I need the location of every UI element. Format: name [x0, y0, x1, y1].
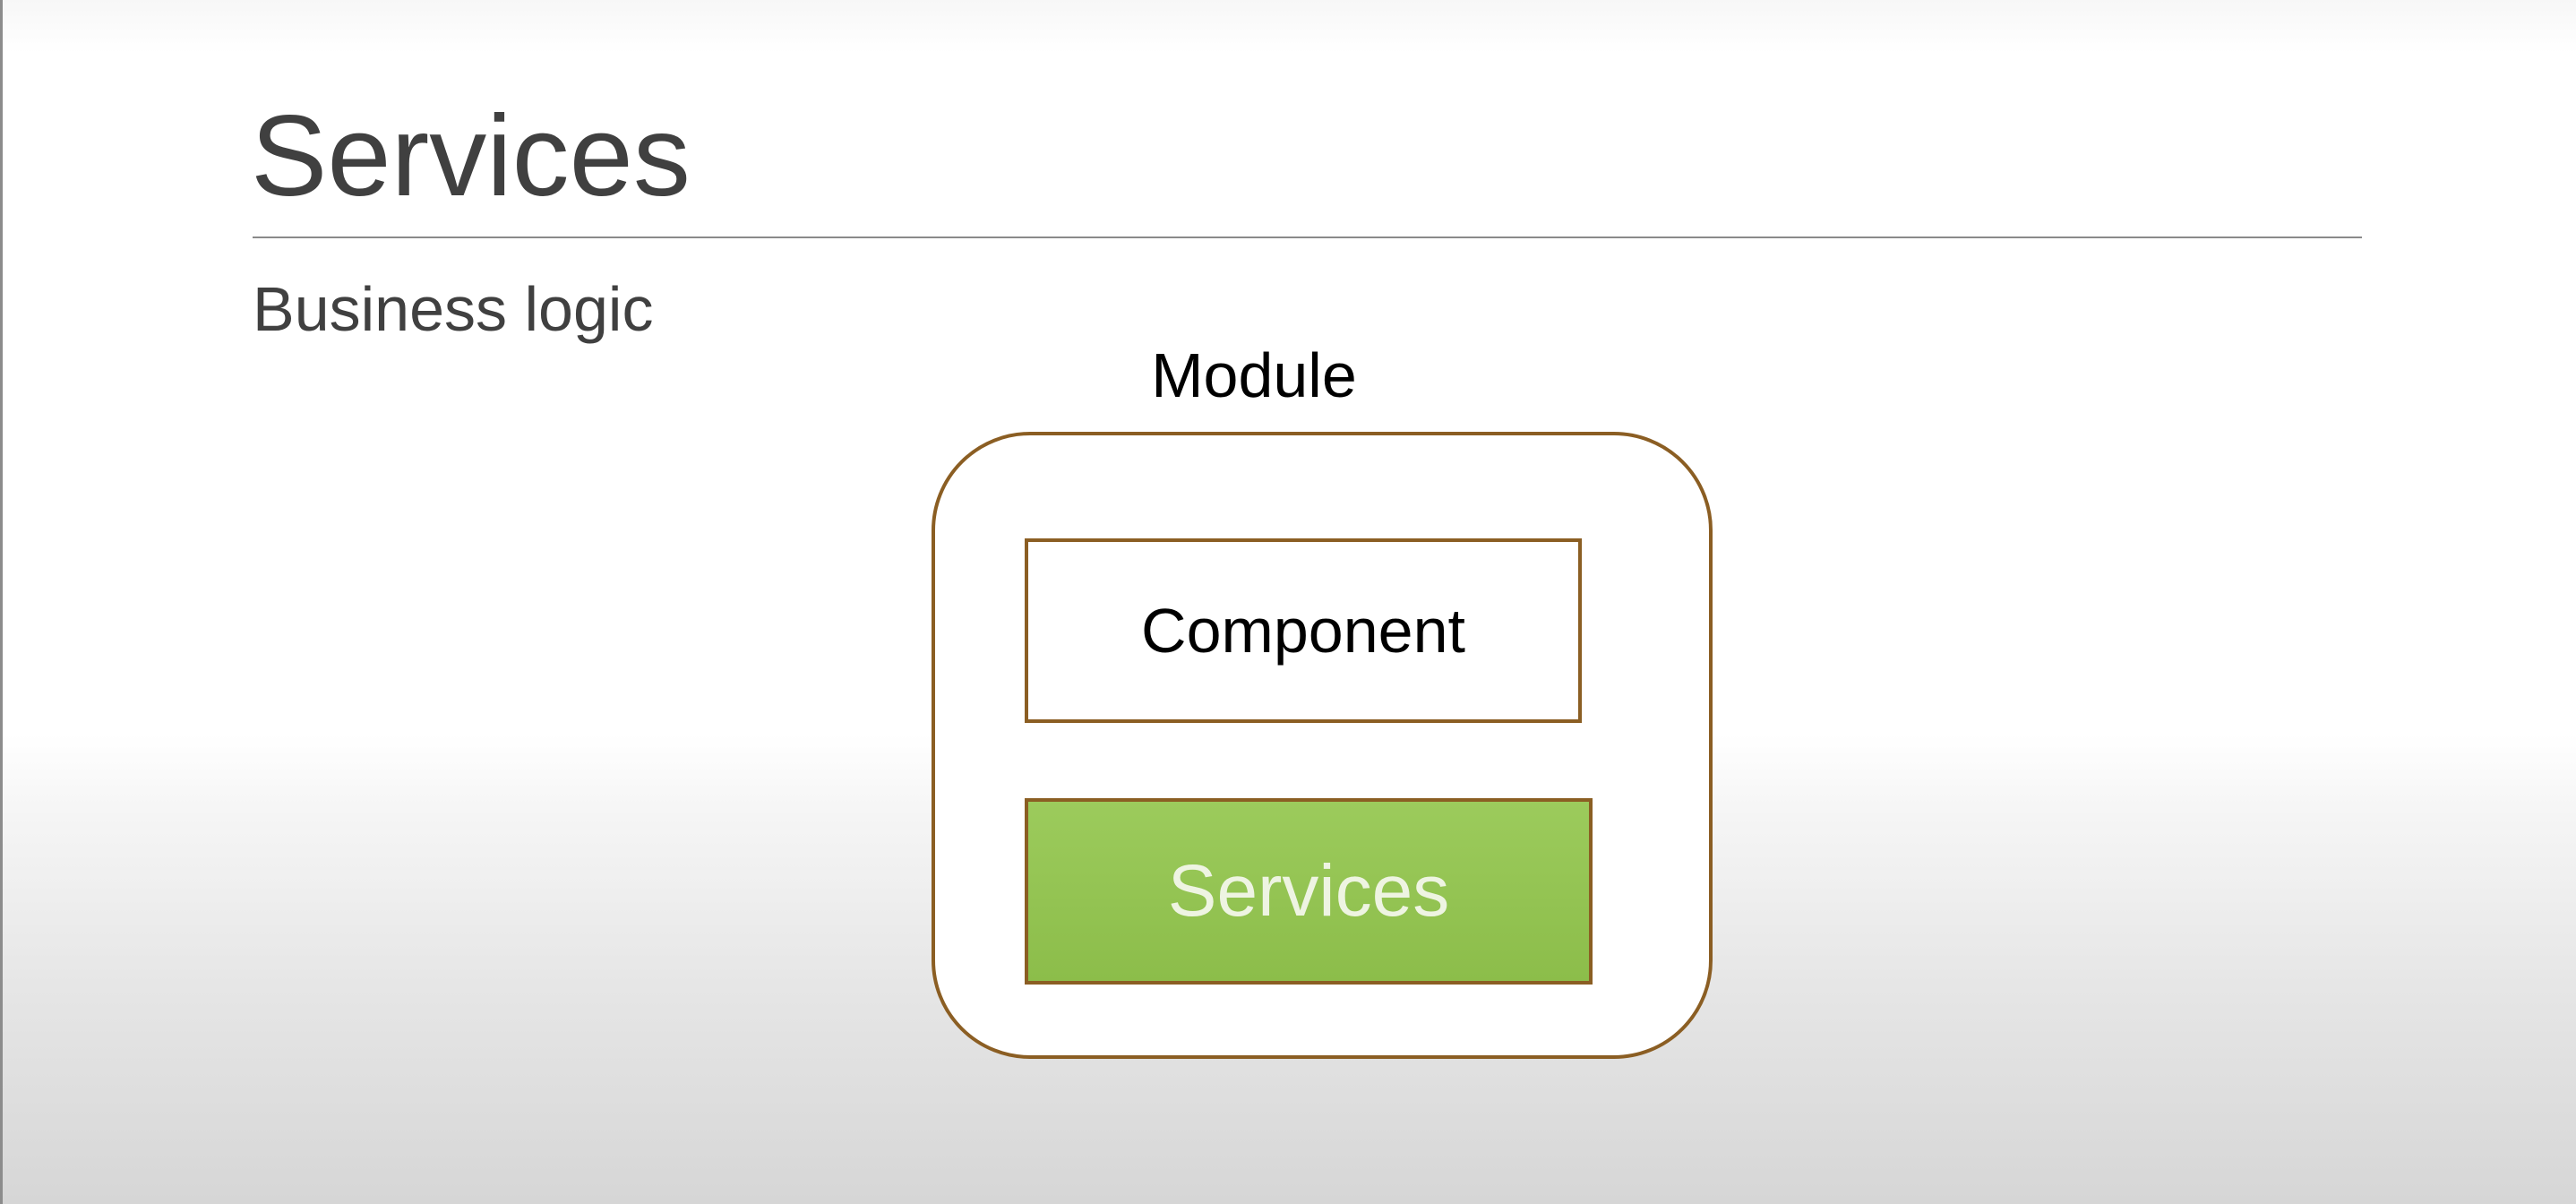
title-divider: [253, 236, 2362, 238]
slide-left-edge: [0, 0, 3, 1204]
component-box: Component: [1025, 538, 1582, 723]
component-label: Component: [1141, 596, 1465, 666]
module-label: Module: [1151, 340, 1357, 410]
slide-title: Services: [251, 92, 691, 220]
services-label: Services: [1167, 850, 1450, 932]
bullet-text: Business logic: [253, 274, 654, 344]
services-box: Services: [1025, 798, 1593, 985]
